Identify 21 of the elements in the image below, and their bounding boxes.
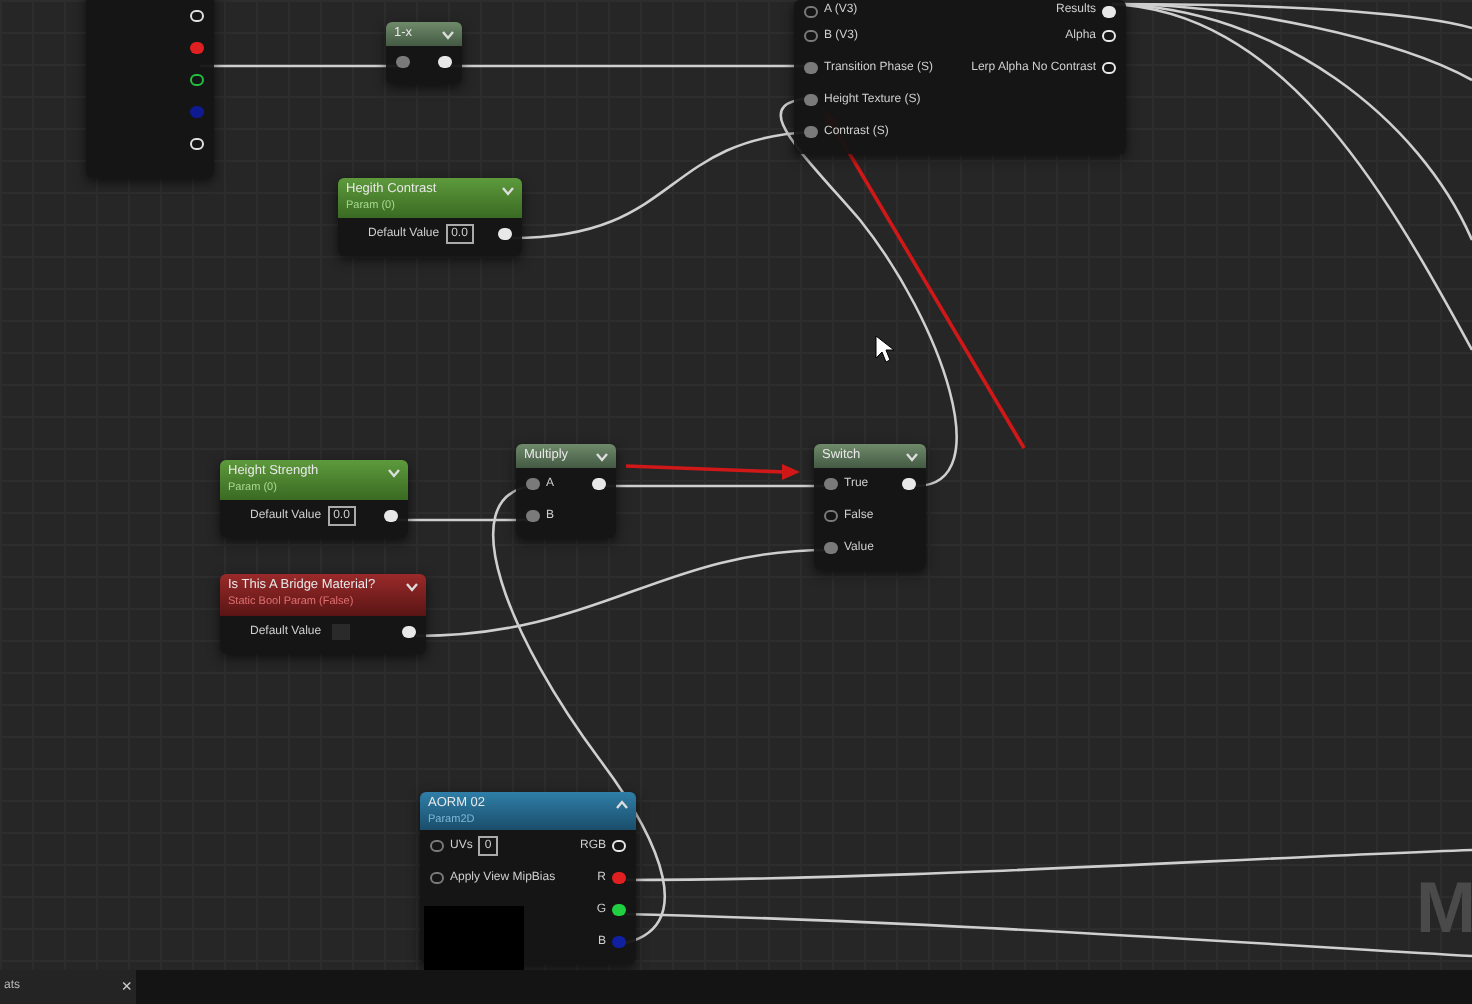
pin-icon[interactable]	[592, 478, 606, 490]
close-button[interactable]: ×	[121, 978, 132, 996]
pin-icon[interactable]	[190, 74, 204, 86]
expand-chevron-icon[interactable]	[596, 452, 608, 462]
expand-chevron-icon[interactable]	[442, 30, 454, 40]
pin-icon[interactable]	[438, 56, 452, 68]
texture-preview	[424, 906, 524, 970]
expand-chevron-icon[interactable]	[906, 452, 918, 462]
pin-icon[interactable]	[384, 510, 398, 522]
pin-icon[interactable]	[612, 904, 626, 916]
pin-icon[interactable]	[1102, 5, 1116, 17]
graph-node[interactable]	[86, 0, 214, 178]
graph-canvas[interactable]	[0, 0, 1472, 970]
mouse-cursor-icon	[875, 335, 895, 363]
pin-icon[interactable]	[902, 478, 916, 490]
pin-icon[interactable]	[498, 228, 512, 240]
expand-chevron-icon[interactable]	[502, 186, 514, 196]
collapse-chevron-icon[interactable]	[616, 800, 628, 810]
expand-chevron-icon[interactable]	[388, 468, 400, 478]
pin-icon[interactable]	[402, 626, 416, 638]
expand-chevron-icon[interactable]	[406, 582, 418, 592]
